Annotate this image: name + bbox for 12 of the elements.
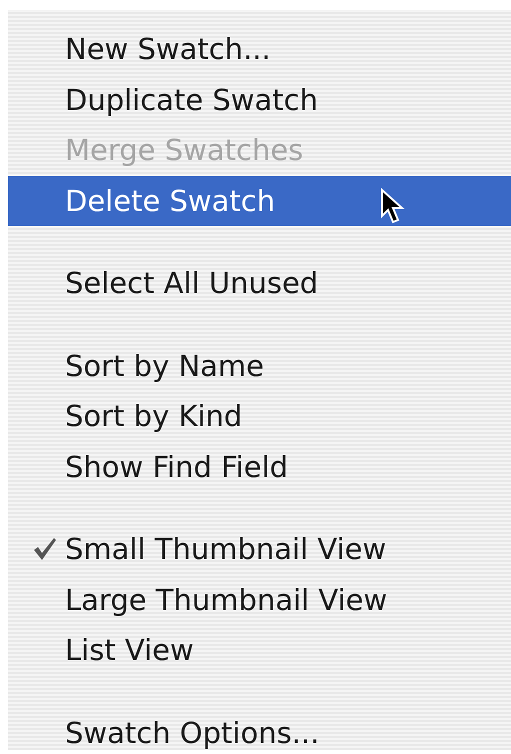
pointer-icon	[380, 188, 406, 226]
menu-item[interactable]: Select All Unused	[8, 258, 511, 308]
menu-item[interactable]: Delete Swatch	[8, 176, 511, 226]
menu-item[interactable]: Swatch Options...	[8, 708, 511, 754]
menu-item[interactable]: Duplicate Swatch	[8, 74, 511, 125]
menu-item[interactable]: Sort by Name	[8, 340, 511, 391]
menu-item[interactable]: New Swatch...	[8, 24, 511, 74]
menu-item[interactable]: Small Thumbnail View	[8, 524, 511, 574]
menu-item[interactable]: Large Thumbnail View	[8, 574, 511, 625]
menu-item[interactable]: Show Find Field	[8, 442, 511, 492]
menu-item[interactable]: Sort by Kind	[8, 391, 511, 442]
menu-item[interactable]: List View	[8, 625, 511, 676]
